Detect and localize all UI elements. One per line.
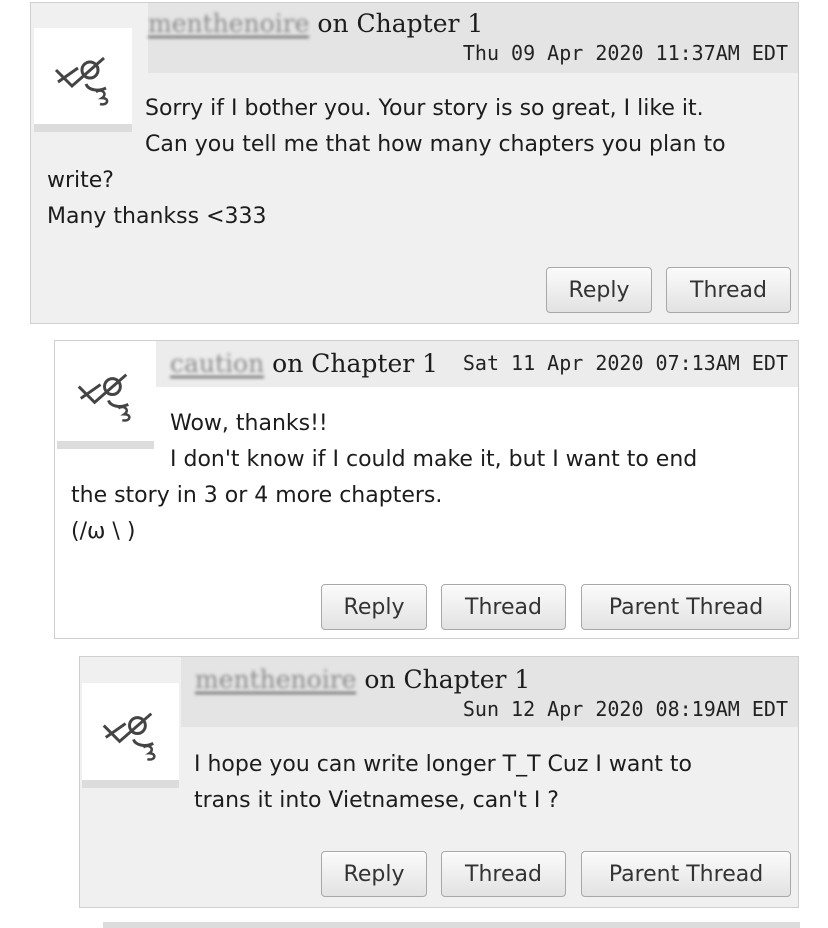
comment-header: caution on Chapter 1 Sat 11 Apr 2020 07:… (156, 341, 798, 387)
comment-line: I don't know if I could make it, but I w… (170, 447, 698, 472)
timestamp: Sun 12 Apr 2020 08:19AM EDT (462, 697, 788, 721)
comment-body: Wow, thanks!! I don't know if I could ma… (71, 406, 791, 550)
comment-line: the story in 3 or 4 more chapters. (71, 483, 443, 508)
reply-button[interactable]: Reply (546, 267, 652, 313)
thread-button[interactable]: Thread (666, 267, 791, 313)
parent-thread-button[interactable]: Parent Thread (581, 851, 791, 897)
comment-line: Sorry if I bother you. Your story is so … (145, 96, 704, 121)
comment-header: menthenoire on Chapter 1 Sun 12 Apr 2020… (181, 657, 798, 727)
parent-thread-button[interactable]: Parent Thread (581, 584, 791, 630)
chapter-ref: on Chapter 1 (272, 349, 439, 378)
comment-3: menthenoire on Chapter 1 Sun 12 Apr 2020… (79, 656, 799, 908)
comment-line: trans it into Vietnamese, can't I ? (194, 788, 559, 813)
comment-header: menthenoire on Chapter 1 Thu 09 Apr 2020… (148, 3, 798, 73)
timestamp: Thu 09 Apr 2020 11:37AM EDT (462, 41, 788, 65)
comment-line: Wow, thanks!! (170, 411, 328, 436)
comment-line: Many thankss <333 (47, 204, 267, 229)
thread-button[interactable]: Thread (441, 584, 566, 630)
user-avatar-icon (102, 712, 156, 761)
author-name-link[interactable]: menthenoire (148, 11, 310, 38)
comment-body: I hope you can write longer T_T Cuz I wa… (194, 747, 794, 819)
chapter-ref: on Chapter 1 (317, 9, 484, 38)
comment-line: I hope you can write longer T_T Cuz I wa… (194, 752, 692, 777)
timestamp: Sat 11 Apr 2020 07:13AM EDT (462, 351, 788, 375)
thread-button[interactable]: Thread (441, 851, 566, 897)
reply-button[interactable]: Reply (321, 851, 427, 897)
chapter-ref: on Chapter 1 (364, 665, 531, 694)
comment-line: (/ω \ ) (71, 519, 136, 544)
comment-body: Sorry if I bother you. Your story is so … (47, 91, 797, 235)
reply-button[interactable]: Reply (321, 584, 427, 630)
next-comment-edge (103, 922, 800, 928)
comment-line: write? (47, 168, 114, 193)
comment-line: Can you tell me that how many chapters y… (145, 132, 726, 157)
comment-1: menthenoire on Chapter 1 Thu 09 Apr 2020… (30, 2, 799, 324)
author-name-link[interactable]: caution (170, 351, 265, 378)
author-name-link[interactable]: menthenoire (195, 667, 357, 694)
comment-2: caution on Chapter 1 Sat 11 Apr 2020 07:… (54, 340, 799, 639)
avatar (82, 683, 179, 788)
